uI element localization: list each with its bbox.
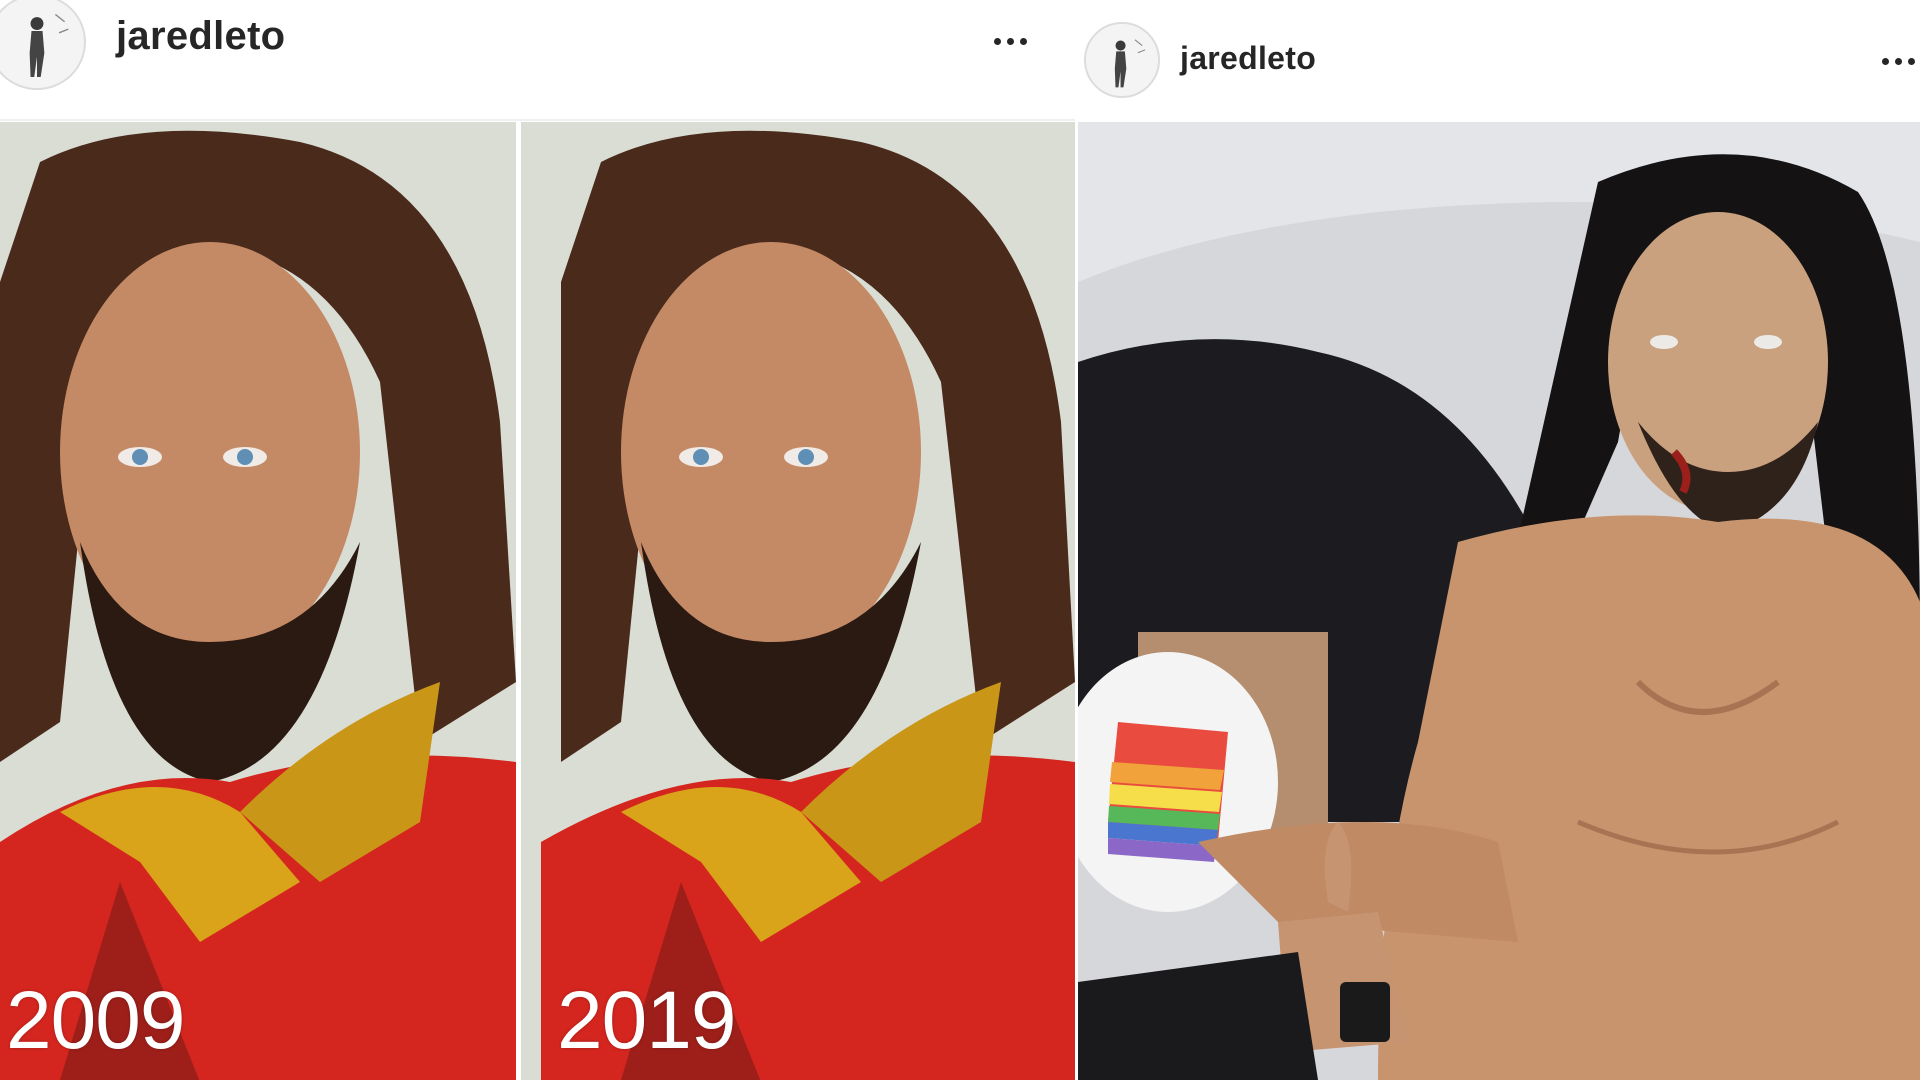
more-options-dot	[1006, 37, 1014, 45]
header-divider	[0, 119, 1075, 121]
post-header: jaredleto	[0, 0, 1075, 121]
username[interactable]: jaredleto	[1180, 40, 1316, 77]
backstage-photo-image	[1078, 122, 1920, 1080]
post-right: jaredleto	[1078, 0, 1920, 1080]
portrait-photo	[0, 122, 516, 1080]
photo-panel-2009: 2009	[0, 122, 516, 1080]
more-options-dot	[1019, 37, 1027, 45]
more-options-icon	[993, 37, 1001, 45]
post-media-photo[interactable]	[1078, 122, 1920, 1080]
photo-panel-2019: 2019	[521, 122, 1075, 1080]
post-media-collage[interactable]: 2009 2019	[0, 122, 1075, 1080]
username[interactable]: jaredleto	[116, 14, 285, 59]
avatar-figure-icon	[0, 0, 83, 88]
avatar-figure-icon	[1086, 24, 1158, 96]
profile-avatar[interactable]	[1084, 22, 1160, 98]
year-caption: 2009	[6, 975, 185, 1066]
post-header: jaredleto	[1078, 0, 1920, 120]
profile-avatar[interactable]	[0, 0, 86, 90]
more-options-dot	[1907, 57, 1915, 65]
portrait-photo	[521, 122, 1075, 1080]
post-left: jaredleto 2009 2019	[0, 0, 1075, 1080]
more-options-icon	[1881, 57, 1889, 65]
backstage-photo	[1078, 122, 1920, 1080]
more-options-dot	[1894, 57, 1902, 65]
year-caption: 2019	[557, 975, 736, 1066]
more-options-button[interactable]	[980, 26, 1040, 56]
more-options-button[interactable]	[1868, 46, 1920, 76]
